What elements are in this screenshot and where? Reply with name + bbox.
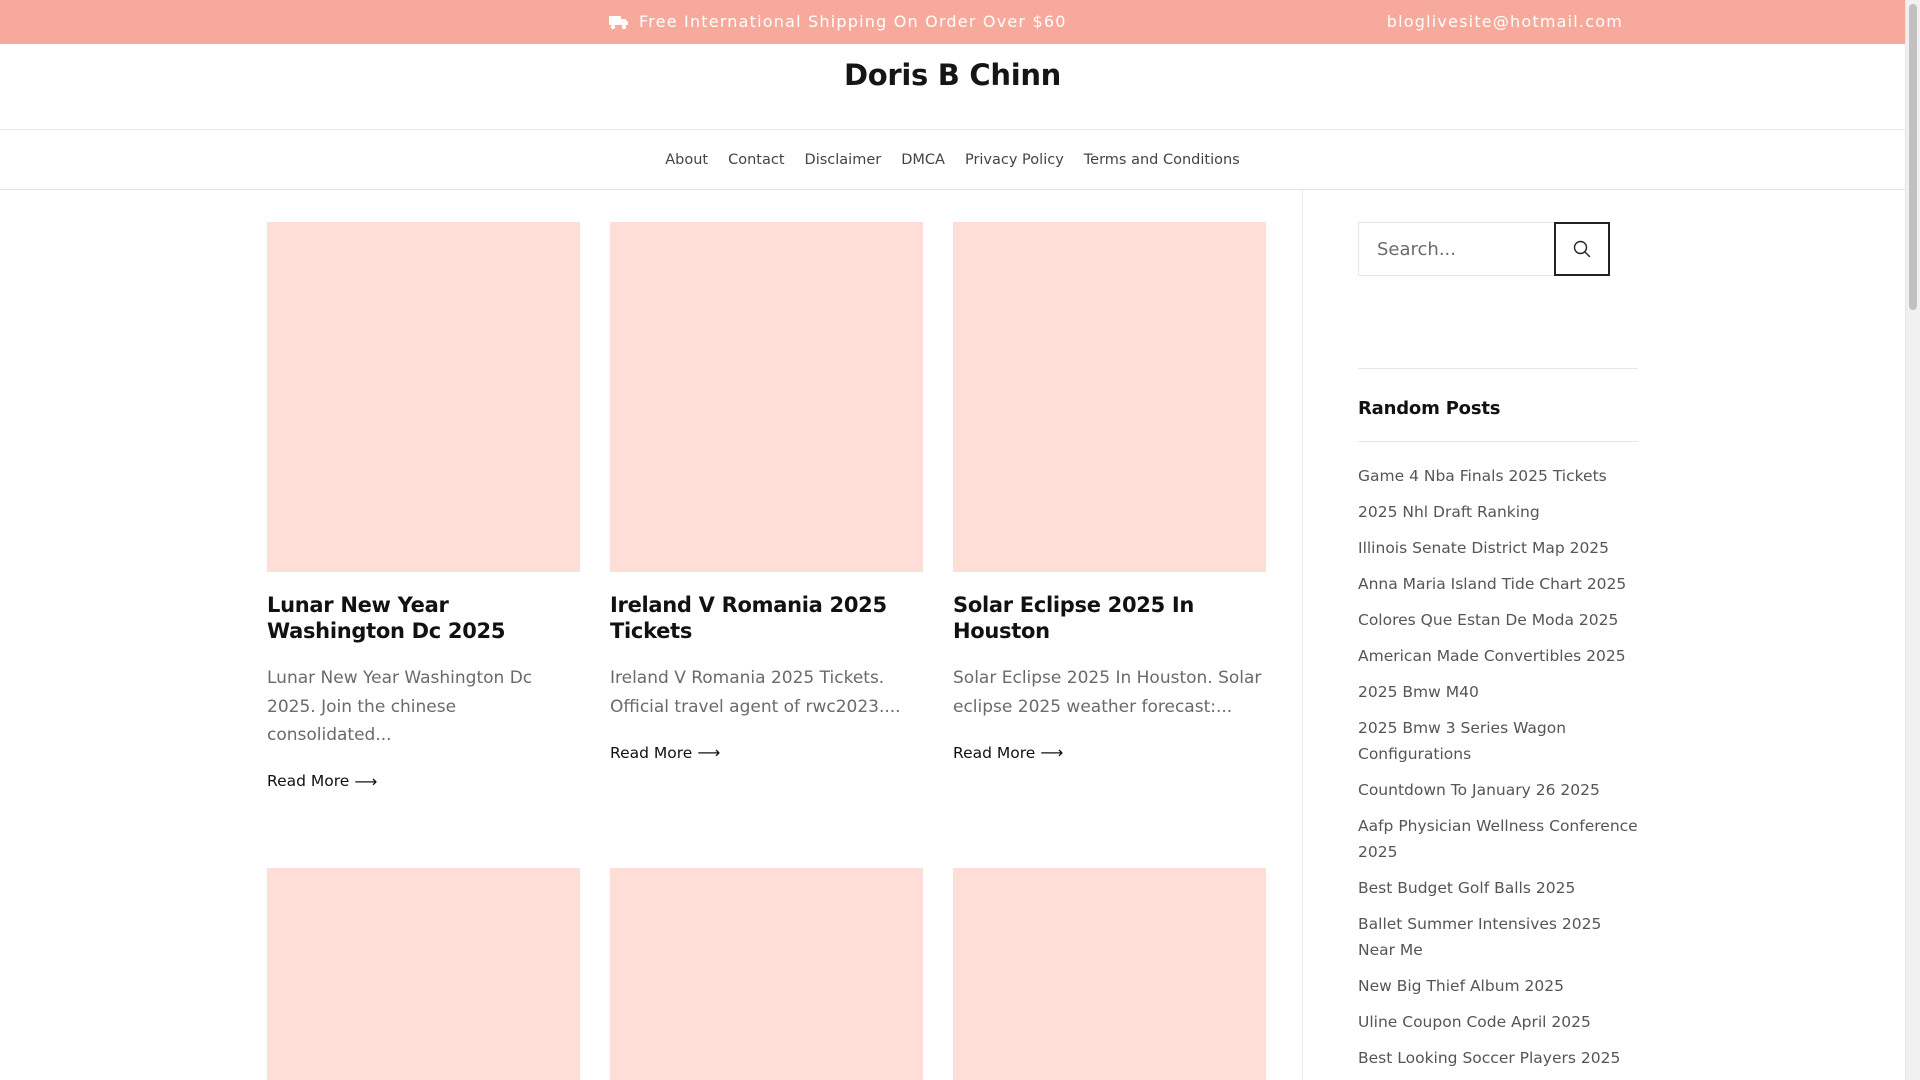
random-post-link[interactable]: Anna Maria Island Tide Chart 2025 <box>1358 571 1638 597</box>
contact-email-link[interactable]: bloglivesite@hotmail.com <box>1387 12 1623 31</box>
search-icon <box>1573 240 1591 258</box>
page-scrollbar[interactable] <box>1905 0 1920 1080</box>
random-post-link[interactable]: Best Looking Soccer Players 2025 <box>1358 1045 1638 1071</box>
post-thumbnail[interactable] <box>610 868 923 1080</box>
random-post-link[interactable]: Colores Que Estan De Moda 2025 <box>1358 607 1638 633</box>
arrow-right-icon: ⟶ <box>354 771 378 791</box>
random-post-link[interactable]: American Made Convertibles 2025 <box>1358 643 1638 669</box>
site-title[interactable]: Doris B Chinn <box>844 58 1061 92</box>
random-posts-list: Game 4 Nba Finals 2025 Tickets 2025 Nhl … <box>1358 463 1638 1080</box>
arrow-right-icon: ⟶ <box>1040 743 1064 762</box>
truck-icon <box>609 15 628 29</box>
post-title[interactable]: Solar Eclipse 2025 In Houston <box>953 592 1266 644</box>
random-post-link[interactable]: Game 4 Nba Finals 2025 Tickets <box>1358 463 1638 489</box>
random-post-link[interactable]: 2025 Bmw 3 Series Wagon Configurations <box>1358 715 1638 767</box>
post-thumbnail[interactable] <box>610 222 923 572</box>
post-excerpt: Ireland V Romania 2025 Tickets. Official… <box>610 668 901 717</box>
top-announcement-bar: Free International Shipping On Order Ove… <box>0 0 1905 44</box>
main-navigation: About Contact Disclaimer DMCA Privacy Po… <box>0 130 1905 190</box>
read-more-label: Read More <box>610 743 693 762</box>
random-post-link[interactable]: Illinois Senate District Map 2025 <box>1358 535 1638 561</box>
random-post-link[interactable]: Best Budget Golf Balls 2025 <box>1358 875 1638 901</box>
read-more-link[interactable]: Read More ⟶ <box>267 772 377 791</box>
read-more-link[interactable]: Read More ⟶ <box>610 743 720 762</box>
random-posts-heading: Random Posts <box>1358 398 1501 419</box>
read-more-link[interactable]: Read More ⟶ <box>953 743 1063 762</box>
search-button[interactable] <box>1554 222 1610 276</box>
site-header: Doris B Chinn <box>0 44 1905 130</box>
nav-item-terms-and-conditions[interactable]: Terms and Conditions <box>1084 152 1240 168</box>
read-more-label: Read More <box>953 743 1036 762</box>
post-card <box>610 868 923 1080</box>
search-input[interactable] <box>1358 222 1554 276</box>
scrollbar-thumb[interactable] <box>1909 4 1917 310</box>
sidebar-divider <box>1358 441 1638 442</box>
post-card <box>267 868 580 1080</box>
nav-item-privacy-policy[interactable]: Privacy Policy <box>965 152 1064 168</box>
post-thumbnail[interactable] <box>267 868 580 1080</box>
random-post-link[interactable]: Aafp Physician Wellness Conference 2025 <box>1358 813 1638 865</box>
sidebar-divider <box>1358 368 1638 369</box>
nav-item-dmca[interactable]: DMCA <box>901 152 945 168</box>
post-thumbnail[interactable] <box>953 222 1266 572</box>
shipping-notice: Free International Shipping On Order Ove… <box>609 12 1067 31</box>
post-thumbnail[interactable] <box>267 222 580 572</box>
random-post-link[interactable]: 2025 Bmw M40 <box>1358 679 1638 705</box>
sidebar-divider <box>1302 190 1303 1080</box>
nav-item-about[interactable]: About <box>665 152 708 168</box>
post-title[interactable]: Lunar New Year Washington Dc 2025 <box>267 592 580 644</box>
random-post-link[interactable]: Ballet Summer Intensives 2025 Near Me <box>1358 911 1638 963</box>
random-post-link[interactable]: 2025 Nhl Draft Ranking <box>1358 499 1638 525</box>
post-card: Solar Eclipse 2025 In Houston Solar Ecli… <box>953 222 1266 762</box>
search-form <box>1358 222 1610 276</box>
read-more-label: Read More <box>267 772 350 790</box>
nav-item-disclaimer[interactable]: Disclaimer <box>805 152 882 168</box>
post-card: Lunar New Year Washington Dc 2025 Lunar … <box>267 222 580 791</box>
post-card <box>953 868 1266 1080</box>
post-excerpt: Solar Eclipse 2025 In Houston. Solar ecl… <box>953 668 1262 717</box>
random-post-link[interactable]: Uline Coupon Code April 2025 <box>1358 1009 1638 1035</box>
random-post-link[interactable]: Countdown To January 26 2025 <box>1358 777 1638 803</box>
post-card: Ireland V Romania 2025 Tickets Ireland V… <box>610 222 923 762</box>
arrow-right-icon: ⟶ <box>697 743 721 762</box>
post-excerpt: Lunar New Year Washington Dc 2025. Join … <box>267 668 533 745</box>
nav-item-contact[interactable]: Contact <box>728 152 784 168</box>
post-title[interactable]: Ireland V Romania 2025 Tickets <box>610 592 923 644</box>
post-thumbnail[interactable] <box>953 868 1266 1080</box>
random-post-link[interactable]: New Big Thief Album 2025 <box>1358 973 1638 999</box>
shipping-text: Free International Shipping On Order Ove… <box>639 12 1067 31</box>
